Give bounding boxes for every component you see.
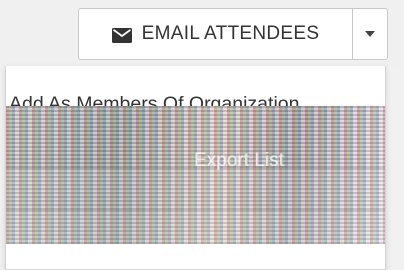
email-options-dropdown-toggle[interactable] <box>352 8 388 60</box>
corrupted-region <box>6 168 385 210</box>
menu-item-export-list[interactable]: Export List <box>194 150 284 172</box>
mail-icon <box>111 27 132 43</box>
corrupted-region <box>6 210 385 244</box>
menu-item-label: Export List <box>194 150 284 171</box>
email-options-dropdown-menu: Add As Members Of Organization Export Li… <box>5 66 386 270</box>
caret-down-icon <box>365 31 375 37</box>
email-attendees-button[interactable]: EMAIL ATTENDEES <box>78 8 352 60</box>
email-attendees-split-button: EMAIL ATTENDEES <box>78 8 388 60</box>
email-attendees-label: EMAIL ATTENDEES <box>141 23 320 44</box>
